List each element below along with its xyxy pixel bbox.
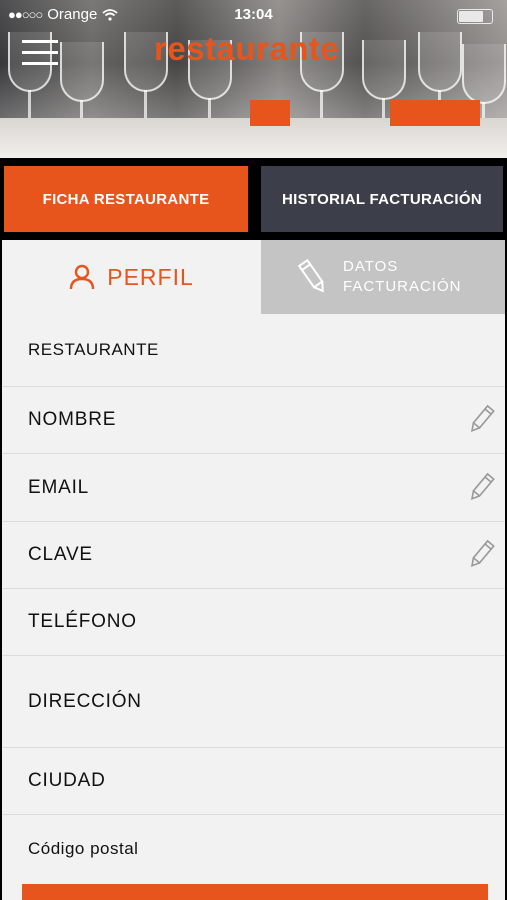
- field-label: DIRECCIÓN: [28, 690, 142, 712]
- field-clave[interactable]: CLAVE: [2, 522, 505, 589]
- user-icon: [70, 264, 95, 290]
- field-nombre[interactable]: NOMBRE: [2, 387, 505, 454]
- tab-datos-label: DATOS FACTURACIÓN: [343, 257, 462, 297]
- field-label: NOMBRE: [28, 409, 117, 430]
- field-label: TELÉFONO: [28, 611, 137, 632]
- clock: 13:04: [234, 6, 273, 23]
- sub-tab-bar: PERFIL DATOS FACTURACIÓN: [2, 240, 505, 314]
- field-label: EMAIL: [28, 476, 90, 498]
- tab-datos-line1: DATOS: [343, 258, 399, 275]
- profile-form: RESTAURANTE NOMBRE EMAIL CLAVE TELÉFONO …: [2, 314, 505, 900]
- pencil-icon[interactable]: [467, 539, 495, 571]
- field-email[interactable]: EMAIL: [2, 454, 505, 522]
- pencil-icon[interactable]: [467, 472, 495, 504]
- field-label: Código postal: [28, 839, 139, 858]
- field-label: CLAVE: [28, 544, 93, 565]
- glass-decoration: [462, 44, 506, 138]
- tab-datos-facturacion[interactable]: DATOS FACTURACIÓN: [261, 240, 505, 314]
- glass-decoration: [418, 32, 462, 126]
- field-label: CIUDAD: [28, 770, 106, 791]
- status-bar: ●●○○○ Orange 13:04: [0, 0, 507, 30]
- field-label: RESTAURANTE: [28, 340, 159, 359]
- hamburger-menu-icon[interactable]: [22, 40, 58, 65]
- field-codigo-postal[interactable]: Código postal: [2, 815, 505, 883]
- tab-datos-line2: FACTURACIÓN: [343, 278, 462, 295]
- field-ciudad[interactable]: CIUDAD: [2, 748, 505, 815]
- save-button[interactable]: [22, 884, 488, 900]
- app-title: restaurante: [154, 30, 340, 67]
- napkin-decoration: [250, 100, 290, 126]
- glass-decoration: [362, 40, 406, 134]
- napkin-decoration: [390, 100, 480, 126]
- field-direccion[interactable]: DIRECCIÓN: [2, 656, 505, 748]
- glass-decoration: [60, 42, 104, 136]
- pencil-icon: [297, 258, 324, 293]
- field-restaurante[interactable]: RESTAURANTE: [2, 314, 505, 387]
- field-telefono[interactable]: TELÉFONO: [2, 589, 505, 656]
- top-tab-bar: FICHA RESTAURANTE HISTORIAL FACTURACIÓN: [0, 158, 507, 240]
- tab-historial-facturacion[interactable]: HISTORIAL FACTURACIÓN: [261, 166, 503, 232]
- tab-perfil[interactable]: PERFIL: [2, 240, 261, 314]
- tab-ficha-restaurante[interactable]: FICHA RESTAURANTE: [4, 166, 248, 232]
- tab-perfil-label: PERFIL: [107, 263, 194, 290]
- battery-icon: [457, 9, 493, 24]
- pencil-icon[interactable]: [467, 404, 495, 436]
